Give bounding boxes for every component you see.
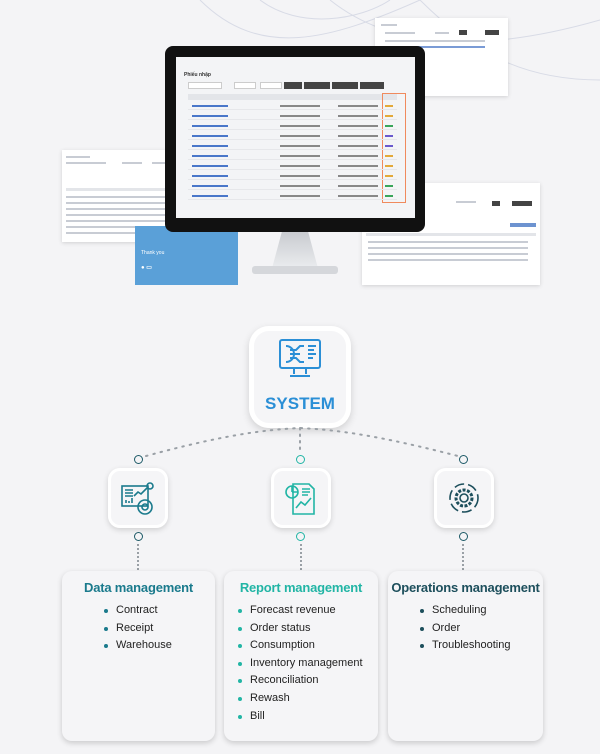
list-item: Bill	[238, 708, 378, 726]
row-link[interactable]	[192, 195, 228, 197]
table-row[interactable]	[188, 192, 397, 200]
row-status	[385, 165, 393, 167]
row-cell	[280, 175, 320, 177]
row-cell	[280, 185, 320, 187]
row-cell	[280, 125, 320, 127]
row-cell	[338, 115, 378, 117]
row-cell	[280, 165, 320, 167]
row-status	[385, 115, 393, 117]
table-row[interactable]	[188, 112, 397, 120]
row-cell	[280, 135, 320, 137]
row-cell	[338, 145, 378, 147]
table-row[interactable]	[188, 102, 397, 110]
list-item: Inventory management	[238, 655, 378, 673]
row-cell	[338, 105, 378, 107]
row-link[interactable]	[192, 125, 228, 127]
card-operations-management: Operations management Scheduling Order T…	[388, 571, 543, 741]
list-item: Warehouse	[104, 637, 215, 655]
table-row[interactable]	[188, 162, 397, 170]
row-cell	[338, 185, 378, 187]
row-status	[385, 185, 393, 187]
list-item: Order	[420, 620, 543, 638]
row-link[interactable]	[192, 115, 228, 117]
row-link[interactable]	[192, 165, 228, 167]
table-row[interactable]	[188, 122, 397, 130]
monitor: Phiếu nhập	[165, 46, 425, 232]
card-title: Data management	[84, 580, 193, 595]
search-button[interactable]	[304, 82, 330, 89]
row-cell	[338, 165, 378, 167]
row-status	[385, 175, 393, 177]
system-box: SYSTEM	[249, 326, 351, 428]
list-item: Scheduling	[420, 602, 543, 620]
row-cell	[338, 195, 378, 197]
row-status	[385, 155, 393, 157]
card-title: Report management	[239, 580, 363, 595]
list-item: Rewash	[238, 690, 378, 708]
add-button[interactable]	[360, 82, 384, 89]
monitor-network-icon	[279, 339, 321, 377]
row-cell	[338, 155, 378, 157]
type-select[interactable]	[260, 82, 282, 89]
table-row[interactable]	[188, 152, 397, 160]
monitor-screen: Phiếu nhập	[176, 57, 415, 218]
row-cell	[280, 155, 320, 157]
logo: ● ▭	[141, 265, 152, 271]
dashboard-analytics-icon	[121, 482, 154, 515]
list-item: Consumption	[238, 637, 378, 655]
table-row[interactable]	[188, 172, 397, 180]
row-cell	[338, 125, 378, 127]
connector-lines	[145, 426, 459, 457]
row-link[interactable]	[192, 145, 228, 147]
list-item: Forecast revenue	[238, 602, 378, 620]
operations-management-icon-box	[434, 468, 494, 528]
table-header	[188, 94, 397, 100]
status-select[interactable]	[234, 82, 256, 89]
card-report-management: Report management Forecast revenue Order…	[224, 571, 378, 741]
row-status	[385, 145, 393, 147]
card-title: Operations management	[391, 580, 540, 595]
thank-you-card: Thank you ● ▭	[135, 226, 238, 285]
row-cell	[280, 105, 320, 107]
card-data-management: Data management Contract Receipt Warehou…	[62, 571, 215, 741]
page-title: Phiếu nhập	[184, 72, 211, 78]
list-item: Contract	[104, 602, 215, 620]
row-cell	[338, 135, 378, 137]
monitor-base	[252, 266, 338, 274]
report-document-icon	[285, 483, 315, 515]
row-cell	[280, 145, 320, 147]
row-cell	[280, 115, 320, 117]
row-status	[385, 125, 393, 127]
row-status	[385, 105, 393, 107]
search-input[interactable]	[188, 82, 222, 89]
thank-you-text: Thank you	[141, 250, 165, 256]
row-link[interactable]	[192, 185, 228, 187]
filter-button[interactable]	[284, 82, 302, 89]
data-management-icon-box	[108, 468, 168, 528]
row-link[interactable]	[192, 175, 228, 177]
report-management-icon-box	[271, 468, 331, 528]
system-title: SYSTEM	[265, 394, 335, 413]
list-item: Troubleshooting	[420, 637, 543, 655]
row-cell	[338, 175, 378, 177]
gear-cycle-icon	[449, 483, 479, 513]
row-link[interactable]	[192, 135, 228, 137]
list-item: Receipt	[104, 620, 215, 638]
table-row[interactable]	[188, 182, 397, 190]
row-status	[385, 195, 393, 197]
row-status	[385, 135, 393, 137]
list-item: Reconciliation	[238, 672, 378, 690]
row-link[interactable]	[192, 155, 228, 157]
create-button[interactable]	[332, 82, 358, 89]
list-item: Order status	[238, 620, 378, 638]
table-row[interactable]	[188, 142, 397, 150]
row-cell	[280, 195, 320, 197]
row-link[interactable]	[192, 105, 228, 107]
table-row[interactable]	[188, 132, 397, 140]
